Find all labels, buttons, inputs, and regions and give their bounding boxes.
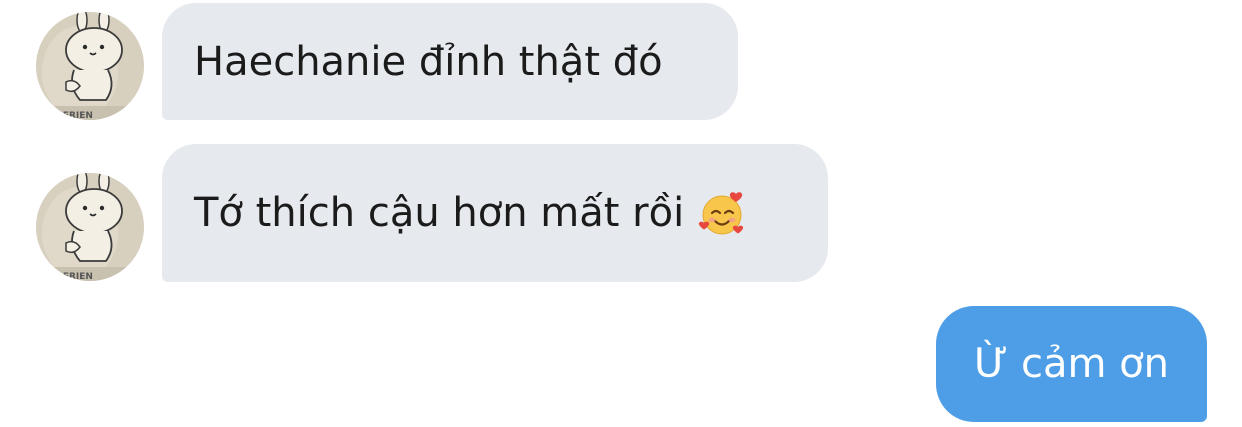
bunny-sticker-avatar-icon: ..FRIEN: [36, 173, 144, 281]
smiling-face-with-hearts-icon: [698, 189, 746, 237]
outgoing-message-bubble[interactable]: Ừ cảm ơn: [936, 306, 1207, 422]
message-text: Haechanie đỉnh thật đó: [194, 38, 663, 85]
contact-avatar[interactable]: ..FRIEN: [36, 173, 144, 281]
incoming-message-bubble[interactable]: Haechanie đỉnh thật đó: [162, 3, 738, 120]
incoming-message-bubble[interactable]: Tớ thích cậu hơn mất rồi: [162, 144, 828, 282]
svg-text:..FRIEN: ..FRIEN: [56, 111, 93, 120]
bunny-sticker-avatar-icon: ..FRIEN: [36, 12, 144, 120]
message-text: Tớ thích cậu hơn mất rồi: [194, 190, 685, 236]
message-text: Ừ cảm ơn: [973, 341, 1170, 387]
svg-text:..FRIEN: ..FRIEN: [56, 272, 93, 281]
contact-avatar[interactable]: ..FRIEN: [36, 12, 144, 120]
